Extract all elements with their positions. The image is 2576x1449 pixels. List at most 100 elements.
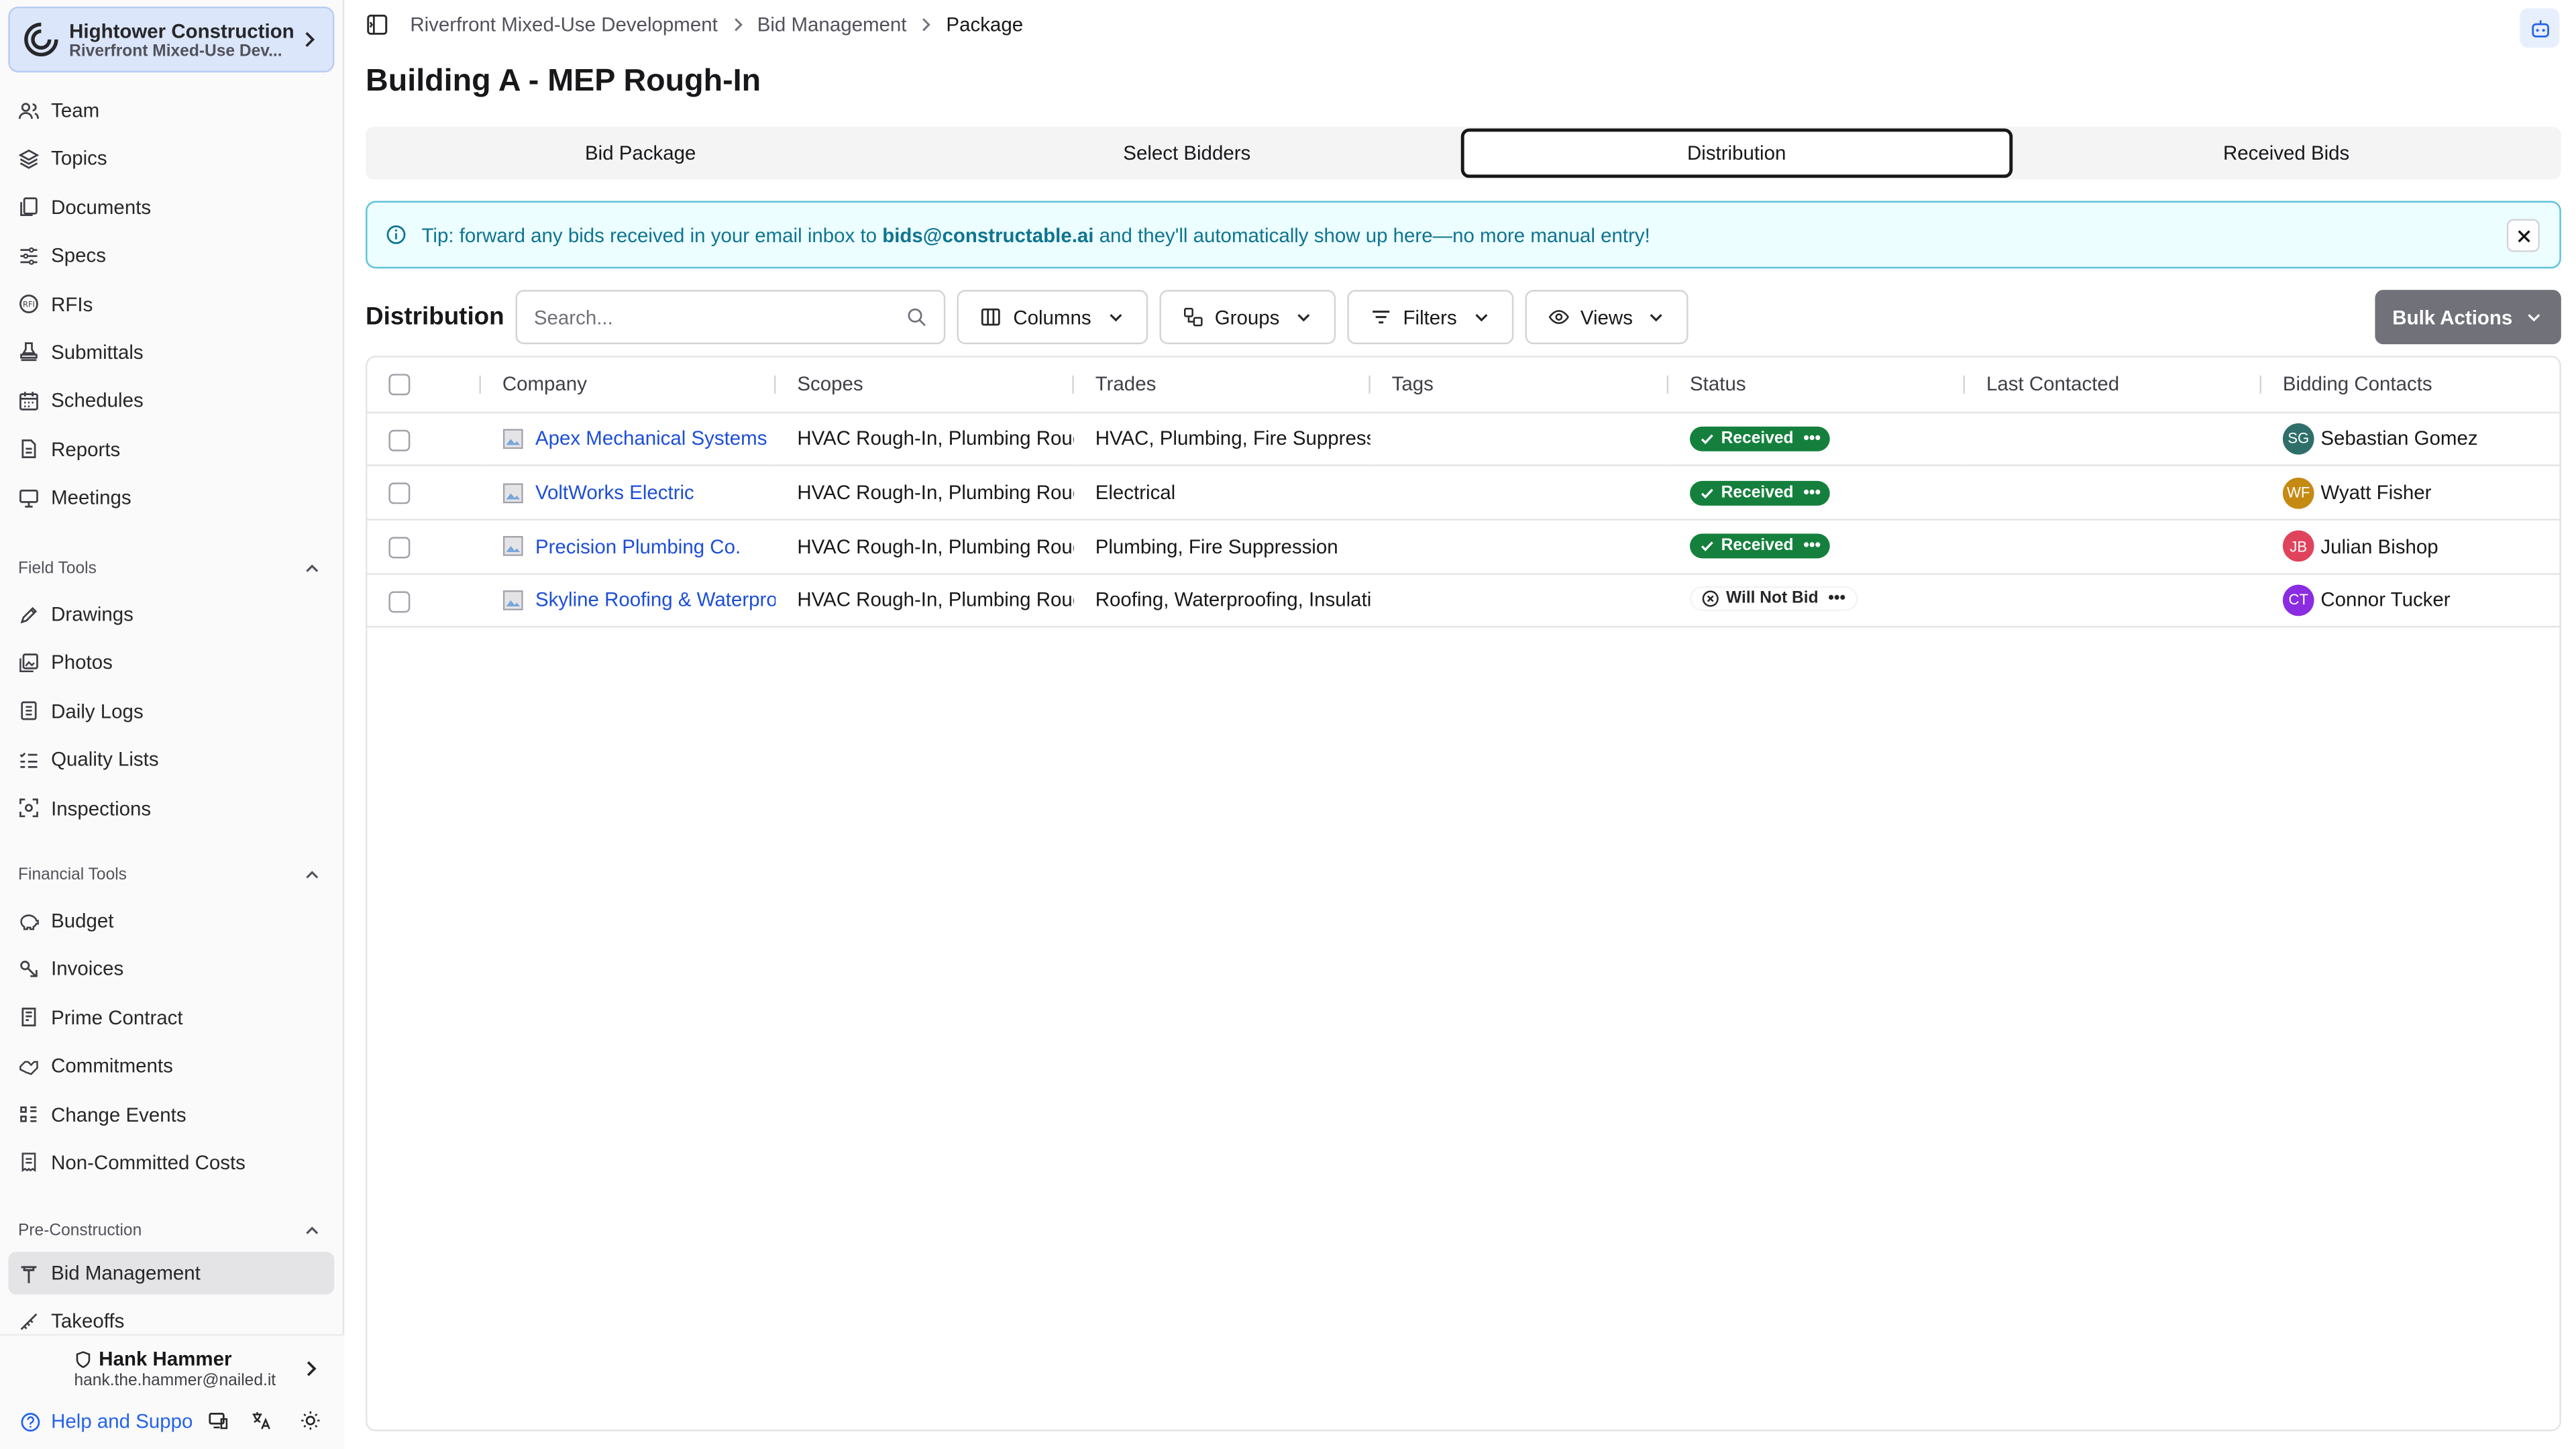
contact-name[interactable]: Sebastian Gomez — [2320, 427, 2477, 450]
contact-name[interactable]: Julian Bishop — [2320, 535, 2438, 557]
row-checkbox[interactable] — [388, 590, 411, 612]
breadcrumb-bid-management[interactable]: Bid Management — [757, 13, 907, 36]
user-menu[interactable]: Hank Hammer hank.the.hammer@nailed.it He… — [0, 1334, 345, 1449]
header-company[interactable]: Company — [480, 357, 776, 413]
sidebar-item-commitments[interactable]: Commitments — [8, 1044, 334, 1087]
report-icon — [21, 439, 36, 459]
sidebar-item-invoices[interactable]: Invoices — [8, 948, 334, 991]
more-icon[interactable]: ••• — [1803, 429, 1821, 447]
breadcrumb-project[interactable]: Riverfront Mixed-Use Development — [410, 13, 717, 36]
table-row[interactable]: Apex Mechanical Systems HVAC Rough-In, P… — [367, 411, 2560, 467]
tip-email[interactable]: bids@constructable.ai — [882, 223, 1093, 246]
header-status[interactable]: Status — [1668, 357, 1966, 413]
status-label: Received — [1721, 429, 1794, 448]
sidebar-item-non-committed-costs[interactable]: Non-Committed Costs — [8, 1141, 334, 1184]
sidebar-item-drawings[interactable]: Drawings — [8, 593, 334, 636]
help-link[interactable]: Help and Suppo — [19, 1410, 193, 1433]
org-name: Hightower Construction — [69, 19, 294, 42]
sidebar-item-prime-contract[interactable]: Prime Contract — [8, 996, 334, 1039]
search-input[interactable]: Search... — [515, 290, 946, 345]
sidebar-item-takeoffs[interactable]: Takeoffs — [8, 1300, 334, 1333]
sidebar-item-photos[interactable]: Photos — [8, 641, 334, 684]
views-label: Views — [1580, 305, 1633, 329]
status-badge[interactable]: Received ••• — [1690, 480, 1831, 505]
section-field-tools[interactable]: Field Tools — [8, 551, 334, 584]
table-row[interactable]: Precision Plumbing Co. HVAC Rough-In, Pl… — [367, 519, 2560, 574]
sidebar-item-inspections[interactable]: Inspections — [8, 787, 334, 830]
filters-label: Filters — [1403, 305, 1457, 329]
contact-name[interactable]: Connor Tucker — [2320, 589, 2450, 612]
tab-distribution[interactable]: Distribution — [1460, 128, 2013, 178]
status-badge[interactable]: Will Not Bid ••• — [1690, 587, 1858, 612]
status-badge[interactable]: Received ••• — [1690, 426, 1831, 451]
contact-cell: JB Julian Bishop — [2261, 519, 2560, 574]
sidebar-item-documents[interactable]: Documents — [8, 186, 334, 229]
sidebar-item-bid-management[interactable]: Bid Management — [8, 1251, 335, 1295]
sun-icon[interactable] — [300, 1410, 321, 1432]
header-bidding-contacts[interactable]: Bidding Contacts — [2261, 357, 2560, 413]
company-link[interactable]: Apex Mechanical Systems — [535, 427, 767, 450]
columns-button[interactable]: Columns — [957, 290, 1148, 345]
trades-cell: Electrical — [1073, 466, 1371, 521]
org-switcher[interactable]: Hightower Construction Riverfront Mixed-… — [8, 6, 335, 73]
checklist-icon — [19, 752, 38, 767]
table-toolbar: Distribution Search... Columns Groups Fi… — [366, 290, 2561, 345]
section-pre-construction[interactable]: Pre-Construction — [8, 1214, 334, 1246]
sidebar-item-change-events[interactable]: Change Events — [8, 1093, 334, 1136]
row-checkbox[interactable] — [388, 482, 411, 504]
sidebar-item-daily-logs[interactable]: Daily Logs — [8, 690, 334, 733]
header-label: Tags — [1391, 372, 1434, 396]
translate-icon[interactable] — [250, 1410, 272, 1432]
sidebar-item-quality-lists[interactable]: Quality Lists — [8, 738, 334, 781]
table-row[interactable]: Skyline Roofing & Waterpro HVAC Rough-In… — [367, 573, 2560, 629]
header-last-contacted[interactable]: Last Contacted — [1965, 357, 2261, 413]
contact-cell: SG Sebastian Gomez — [2261, 411, 2560, 467]
sidebar-item-submittals[interactable]: Submittals — [8, 331, 334, 374]
sidebar-item-schedules[interactable]: Schedules — [8, 380, 334, 423]
tab-select-bidders[interactable]: Select Bidders — [914, 129, 1460, 178]
tab-received-bids[interactable]: Received Bids — [2013, 129, 2560, 178]
company-cell: VoltWorks Electric — [480, 466, 776, 521]
row-checkbox[interactable] — [388, 537, 411, 559]
sidebar-item-reports[interactable]: Reports — [8, 428, 334, 471]
section-financial-tools[interactable]: Financial Tools — [8, 858, 334, 891]
assistant-button[interactable] — [2520, 8, 2560, 48]
sidebar-toggle-icon[interactable] — [366, 13, 388, 36]
bot-icon — [2531, 19, 2548, 37]
contact-name[interactable]: Wyatt Fisher — [2320, 481, 2431, 504]
select-all-checkbox[interactable] — [388, 374, 411, 396]
search-placeholder: Search... — [533, 305, 613, 329]
sidebar-item-label: Topics — [51, 147, 107, 170]
tab-bid-package[interactable]: Bid Package — [368, 129, 914, 178]
devices-icon[interactable] — [207, 1410, 229, 1432]
sidebar-item-budget[interactable]: Budget — [8, 900, 334, 943]
filters-button[interactable]: Filters — [1347, 290, 1513, 345]
more-icon[interactable]: ••• — [1828, 590, 1845, 608]
header-scopes[interactable]: Scopes — [775, 357, 1074, 413]
table-row[interactable]: VoltWorks Electric HVAC Rough-In, Plumbi… — [367, 466, 2560, 521]
sidebar-item-topics[interactable]: Topics — [8, 138, 334, 180]
header-trades[interactable]: Trades — [1073, 357, 1371, 413]
more-icon[interactable]: ••• — [1803, 484, 1821, 502]
header-label: Scopes — [797, 372, 863, 396]
groups-button[interactable]: Groups — [1159, 290, 1336, 345]
sidebar-item-specs[interactable]: Specs — [8, 234, 334, 277]
header-tags[interactable]: Tags — [1370, 357, 1669, 413]
sidebar-item-meetings[interactable]: Meetings — [8, 476, 334, 519]
company-link[interactable]: VoltWorks Electric — [535, 481, 694, 504]
company-link[interactable]: Precision Plumbing Co. — [535, 535, 741, 557]
search-icon — [908, 308, 926, 327]
check-icon — [1701, 541, 1713, 552]
sidebar-item-rfis[interactable]: RFI RFIs — [8, 282, 334, 325]
status-label: Received — [1721, 537, 1794, 555]
views-button[interactable]: Views — [1524, 290, 1689, 345]
tip-prefix: Tip: forward any bids received in your e… — [421, 223, 883, 247]
more-icon[interactable]: ••• — [1803, 537, 1821, 555]
sidebar-item-team[interactable]: Team — [8, 89, 334, 132]
bulk-actions-button[interactable]: Bulk Actions — [2375, 290, 2561, 345]
row-checkbox[interactable] — [388, 429, 411, 451]
status-badge[interactable]: Received ••• — [1690, 534, 1831, 559]
close-button[interactable] — [2506, 219, 2540, 252]
sidebar-item-label: Invoices — [51, 957, 124, 981]
company-link[interactable]: Skyline Roofing & Waterpro — [535, 589, 775, 612]
